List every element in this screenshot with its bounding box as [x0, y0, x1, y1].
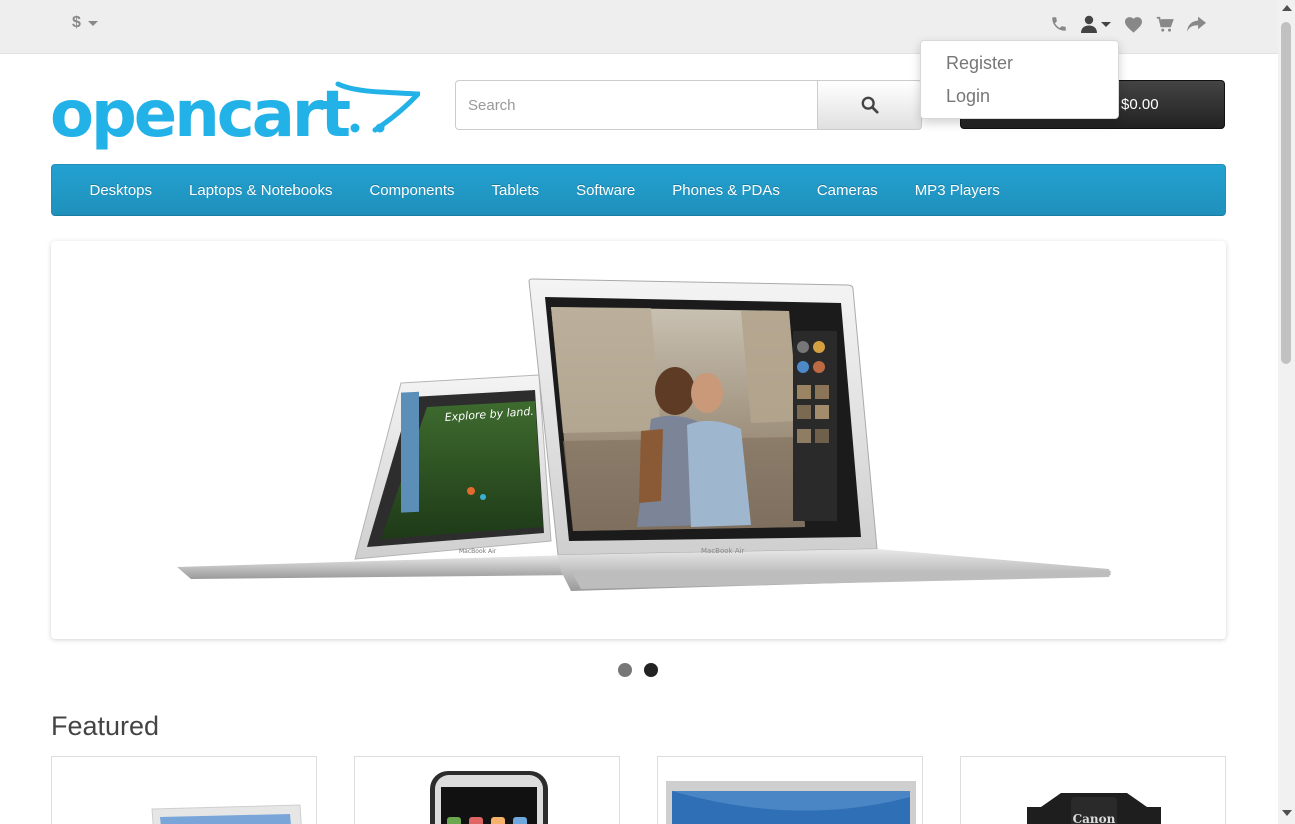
- heart-icon[interactable]: [1124, 12, 1143, 36]
- search-button[interactable]: [817, 80, 922, 130]
- currency-symbol: $: [72, 14, 81, 31]
- product-image-iphone: [430, 771, 548, 824]
- page-scrollbar[interactable]: [1278, 0, 1295, 824]
- top-links: [1050, 12, 1219, 36]
- product-image-monitor: [666, 781, 916, 824]
- scroll-down-icon[interactable]: [1282, 810, 1292, 816]
- product-card-camera[interactable]: Canon: [960, 756, 1226, 824]
- caret-down-icon: [87, 20, 98, 26]
- product-card-laptop[interactable]: [51, 756, 317, 824]
- product-card-monitor[interactable]: [657, 756, 923, 824]
- menu-item-tablets[interactable]: Tablets: [473, 182, 558, 199]
- currency-selector[interactable]: $: [72, 14, 98, 32]
- search-icon: [861, 96, 879, 114]
- front-laptop-brand: MacBook Air: [701, 547, 745, 555]
- menu-item-cameras[interactable]: Cameras: [798, 182, 896, 199]
- menu-item-mp3-players[interactable]: MP3 Players: [896, 182, 1018, 199]
- user-caret-icon: [1101, 21, 1111, 27]
- slide-dot-2-active[interactable]: [644, 663, 658, 677]
- macbook-banner-image: Explore by land. MacBook Air MacBook Air: [177, 278, 1111, 591]
- opencart-logo[interactable]: opencart: [50, 78, 420, 154]
- scroll-up-icon[interactable]: [1282, 5, 1292, 11]
- share-icon[interactable]: [1187, 12, 1206, 36]
- featured-heading: Featured: [51, 711, 160, 741]
- product-card-iphone[interactable]: [354, 756, 620, 824]
- menu-item-phones-pdas[interactable]: Phones & PDAs: [654, 182, 799, 199]
- scroll-thumb[interactable]: [1281, 22, 1291, 364]
- user-icon[interactable]: [1081, 12, 1111, 36]
- cart-icon[interactable]: [1156, 12, 1174, 36]
- slideshow[interactable]: Explore by land. MacBook Air MacBook Air: [51, 241, 1226, 639]
- account-dropdown: Register Login: [920, 40, 1119, 119]
- slideshow-pagination: [618, 663, 658, 677]
- camera-brand-text: Canon: [1073, 812, 1116, 824]
- phone-icon[interactable]: [1050, 12, 1068, 36]
- logo-text: opencart: [50, 78, 350, 152]
- cart-total: $0.00: [1121, 96, 1159, 113]
- register-link[interactable]: Register: [946, 53, 1013, 74]
- menu-item-software[interactable]: Software: [558, 182, 654, 199]
- search-input[interactable]: [455, 80, 818, 130]
- menu-item-laptops-notebooks[interactable]: Laptops & Notebooks: [171, 182, 351, 199]
- menu-item-desktops[interactable]: Desktops: [71, 182, 171, 199]
- product-image-laptop: [151, 804, 302, 824]
- main-menu: Desktops Laptops & Notebooks Components …: [51, 164, 1226, 216]
- slide-dot-1[interactable]: [618, 663, 632, 677]
- product-image-camera: Canon: [1027, 793, 1161, 824]
- back-laptop-brand: MacBook Air: [459, 548, 497, 555]
- login-link[interactable]: Login: [946, 86, 990, 107]
- menu-item-components[interactable]: Components: [351, 182, 473, 199]
